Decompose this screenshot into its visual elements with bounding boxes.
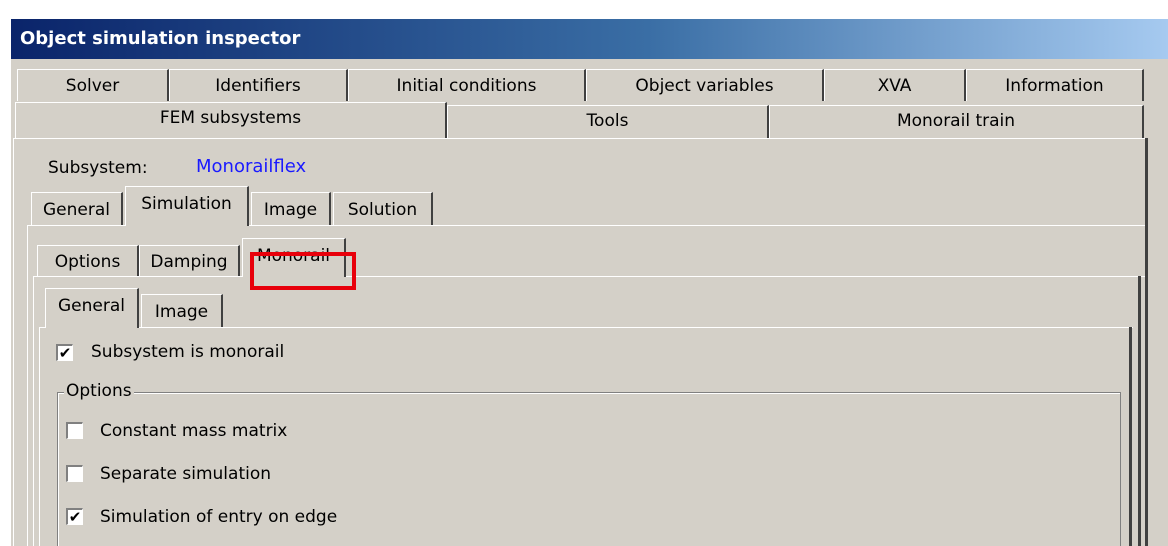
tab-label: FEM subsystems: [159, 108, 302, 128]
subsystem-value: Monorailflex: [196, 156, 307, 177]
tab-label: Information: [1005, 76, 1104, 96]
subsystem-label: Subsystem:: [48, 158, 148, 178]
tab-fem-subsystems[interactable]: FEM subsystems: [15, 102, 447, 138]
tab-label: Damping: [150, 252, 228, 272]
tab-information[interactable]: Information: [966, 69, 1144, 101]
tab-monorail-train[interactable]: Monorail train: [769, 105, 1144, 138]
tab-label: General: [58, 296, 125, 316]
tab-row-top: Solver Identifiers Initial conditions Ob…: [11, 69, 1168, 101]
monorail-panel-shadow: [1138, 276, 1141, 546]
simulation-panel-shadow: [1145, 225, 1148, 546]
constant-mass-matrix-checkbox[interactable]: [66, 422, 83, 439]
constant-mass-matrix-label: Constant mass matrix: [100, 421, 288, 441]
tab-label: Simulation: [141, 194, 232, 214]
tab-label: XVA: [877, 76, 912, 96]
window-title: Object simulation inspector: [20, 28, 301, 49]
object-simulation-inspector-window: Object simulation inspector Solver Ident…: [10, 18, 1168, 546]
tab-monorail-image[interactable]: Image: [141, 294, 223, 327]
tab-row-bottom: FEM subsystems Tools Monorail train: [11, 102, 1168, 138]
separate-simulation-label: Separate simulation: [100, 464, 272, 484]
tab-object-variables[interactable]: Object variables: [586, 69, 824, 101]
tab-label: Image: [154, 302, 209, 322]
tab-identifiers[interactable]: Identifiers: [169, 69, 348, 101]
tab-initial-conditions[interactable]: Initial conditions: [348, 69, 586, 101]
simulation-of-entry-on-edge-label: Simulation of entry on edge: [100, 507, 338, 527]
tab-label: Monorail train: [896, 111, 1016, 131]
monorail-general-panel-shadow: [1129, 327, 1132, 546]
separate-simulation-checkbox[interactable]: [66, 465, 83, 482]
tab-label: Identifiers: [215, 76, 301, 96]
tab-tools[interactable]: Tools: [447, 105, 769, 138]
tab-label: Tools: [586, 111, 629, 131]
simulation-of-entry-on-edge-checkbox[interactable]: ✔: [66, 508, 83, 525]
tab-solution[interactable]: Solution: [333, 192, 433, 225]
monorail-tab-highlight: [250, 252, 356, 290]
tab-label: Initial conditions: [396, 76, 537, 96]
tab-label: General: [43, 200, 110, 220]
tab-label: Solution: [347, 200, 418, 220]
tab-xva[interactable]: XVA: [824, 69, 966, 101]
tab-simulation[interactable]: Simulation: [125, 186, 249, 226]
tab-damping[interactable]: Damping: [139, 245, 240, 276]
tab-label: Object variables: [635, 76, 774, 96]
tab-monorail-general[interactable]: General: [45, 288, 139, 328]
tab-solver[interactable]: Solver: [17, 69, 169, 101]
tab-label: Image: [263, 200, 318, 220]
tab-general[interactable]: General: [31, 192, 123, 225]
window-title-bar: Object simulation inspector: [11, 19, 1168, 59]
options-group-title: Options: [64, 381, 134, 401]
tab-image[interactable]: Image: [251, 192, 331, 225]
tab-options[interactable]: Options: [37, 245, 139, 276]
subsystem-is-monorail-label: Subsystem is monorail: [91, 342, 285, 362]
tab-label: Solver: [65, 76, 120, 96]
tab-label: Options: [54, 252, 121, 272]
subsystem-is-monorail-checkbox[interactable]: ✔: [56, 344, 73, 361]
